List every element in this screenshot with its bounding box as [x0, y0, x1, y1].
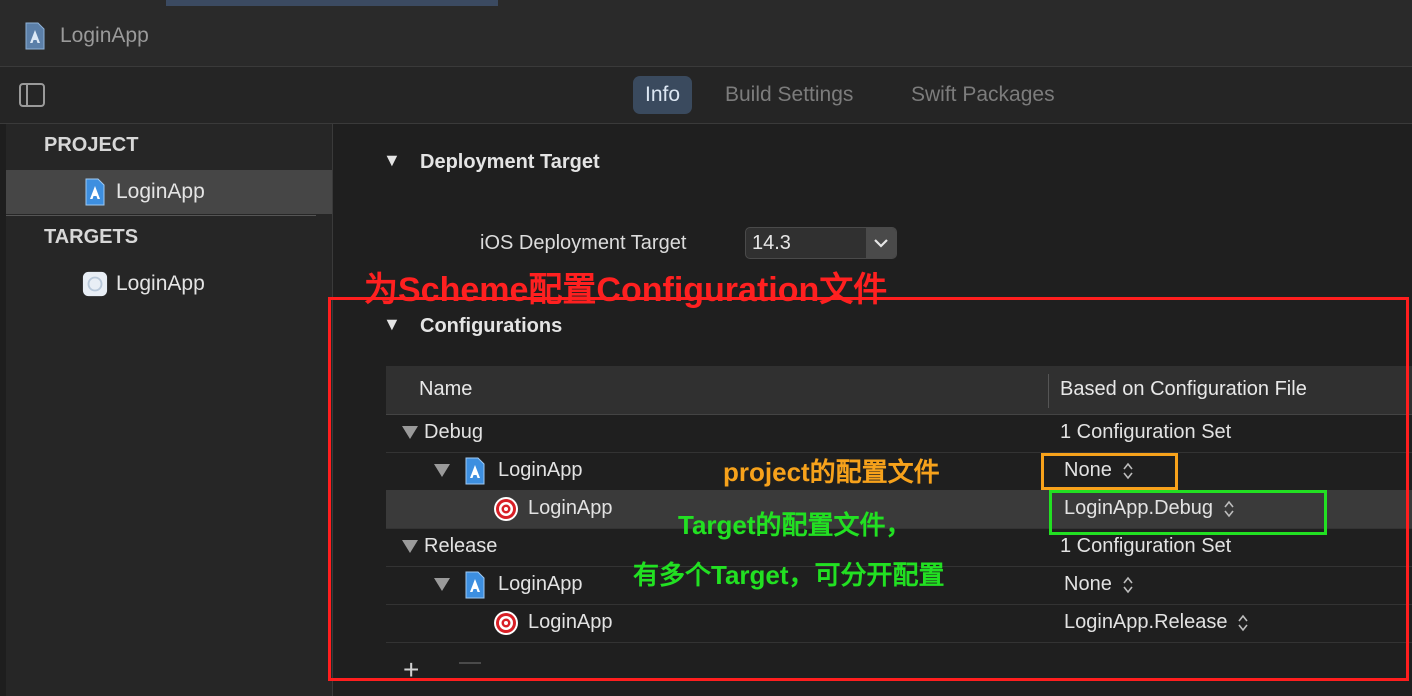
chevron-down-icon[interactable] [866, 228, 896, 258]
targets-header: TARGETS [44, 226, 139, 248]
annotation-box-red [328, 297, 1409, 681]
annotation-box-green [1049, 490, 1327, 535]
annotation-box-orange [1041, 453, 1178, 490]
title-bar: LoginApp [0, 0, 1412, 67]
ios-deployment-target-value: 14.3 [752, 232, 791, 254]
sidebar-item-project[interactable]: LoginApp [6, 170, 332, 214]
sidebar-item-label: LoginApp [116, 272, 205, 295]
sidebar-toggle-icon[interactable] [19, 83, 45, 107]
annotation-target-text-1: Target的配置文件， [678, 510, 912, 540]
sidebar-divider [6, 215, 316, 216]
editor-tab-bar: Info Build Settings Swift Packages [0, 67, 1412, 124]
active-window-strip [166, 0, 498, 6]
tab-info[interactable]: Info [633, 76, 693, 114]
sidebar-item-label: LoginApp [116, 180, 205, 203]
ios-deployment-target-label: iOS Deployment Target [480, 232, 687, 254]
app-target-icon [82, 271, 108, 297]
annotation-project-text: project的配置文件 [723, 457, 940, 487]
project-header: PROJECT [44, 134, 139, 156]
annotation-target-text-2: 有多个Target，可分开配置 [633, 560, 945, 590]
tab-swift-packages[interactable]: Swift Packages [899, 76, 1067, 114]
window-title: LoginApp [60, 24, 149, 47]
tab-build-settings[interactable]: Build Settings [713, 76, 865, 114]
xcode-project-icon [25, 22, 45, 50]
xcode-project-icon [85, 178, 105, 206]
annotation-scheme-text: 为Scheme配置Configuration文件 [364, 271, 888, 309]
sidebar-item-target[interactable]: LoginApp [6, 262, 332, 306]
disclosure-triangle-icon[interactable]: ▼ [383, 150, 401, 171]
deployment-target-title: Deployment Target [420, 151, 600, 173]
ios-deployment-target-select[interactable]: 14.3 [745, 227, 897, 259]
project-navigator: PROJECT LoginApp TARGETS LoginApp [6, 124, 333, 696]
